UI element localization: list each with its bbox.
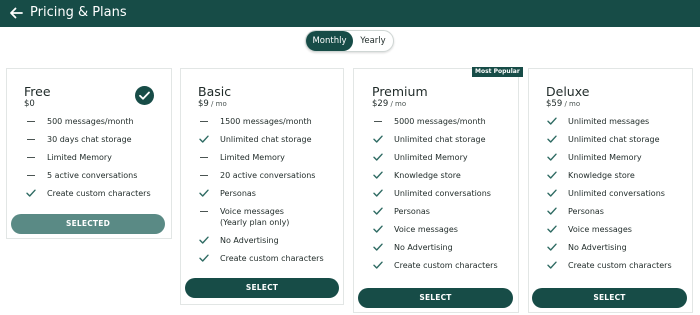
feature-item: Unlimited messages xyxy=(568,117,650,126)
toggle-monthly[interactable]: Monthly xyxy=(306,31,353,51)
toggle-yearly[interactable]: Yearly xyxy=(353,31,393,51)
dash-icon xyxy=(199,206,209,216)
feature-item: Unlimited Memory xyxy=(568,153,642,162)
feature-item: Personas xyxy=(394,207,430,216)
select-button-deluxe[interactable]: SELECT xyxy=(532,288,687,308)
select-button-premium[interactable]: SELECT xyxy=(358,288,513,308)
dash-icon xyxy=(373,116,383,126)
price-amount: $0 xyxy=(24,99,35,109)
check-icon xyxy=(199,235,209,245)
feature-item: Voice messages xyxy=(220,207,284,216)
feature-item: Unlimited conversations xyxy=(568,189,665,198)
feature-item: No Advertising xyxy=(568,243,627,252)
feature-item: 5 active conversations xyxy=(47,171,138,180)
plan-price-deluxe: $59 / mo xyxy=(546,99,580,109)
feature-item: No Advertising xyxy=(394,243,453,252)
check-icon xyxy=(199,134,209,144)
select-button-basic[interactable]: SELECT xyxy=(185,278,339,298)
feature-item: Unlimited chat storage xyxy=(568,135,660,144)
check-icon xyxy=(373,224,383,234)
dash-icon xyxy=(199,152,209,162)
plan-price-premium: $29 / mo xyxy=(372,99,406,109)
most-popular-badge: Most Popular xyxy=(472,67,523,77)
plan-name-free: Free xyxy=(24,84,51,99)
check-icon xyxy=(547,224,557,234)
price-period: / mo xyxy=(208,100,227,108)
feature-item: Limited Memory xyxy=(47,153,112,162)
dash-icon xyxy=(26,116,36,126)
feature-item: Knowledge store xyxy=(394,171,461,180)
check-icon xyxy=(199,188,209,198)
check-icon xyxy=(547,152,557,162)
feature-item: 5000 messages/month xyxy=(394,117,486,126)
check-icon xyxy=(199,253,209,263)
feature-item: Create custom characters xyxy=(394,261,498,270)
feature-item: Create custom characters xyxy=(47,189,151,198)
feature-item: No Advertising xyxy=(220,236,279,245)
plan-name-basic: Basic xyxy=(198,84,232,99)
selected-check-icon xyxy=(135,86,154,105)
feature-item: 500 messages/month xyxy=(47,117,134,126)
check-icon xyxy=(373,152,383,162)
check-icon xyxy=(547,170,557,180)
selected-button-free[interactable]: SELECTED xyxy=(11,214,165,234)
dash-icon xyxy=(26,170,36,180)
dash-icon xyxy=(26,152,36,162)
plan-price-basic: $9 / mo xyxy=(198,99,227,109)
feature-item: Create custom characters xyxy=(568,261,672,270)
dash-icon xyxy=(26,134,36,144)
plan-price-free: $0 xyxy=(24,99,35,109)
check-icon xyxy=(373,206,383,216)
page-title: Pricing & Plans xyxy=(30,5,127,20)
feature-item: Voice messages xyxy=(568,225,632,234)
check-icon xyxy=(547,116,557,126)
check-icon xyxy=(26,188,36,198)
check-icon xyxy=(547,260,557,270)
check-icon xyxy=(373,188,383,198)
check-icon xyxy=(547,134,557,144)
billing-period-toggle[interactable]: Monthly Yearly xyxy=(305,30,394,52)
feature-item: Unlimited chat storage xyxy=(394,135,486,144)
check-icon xyxy=(373,242,383,252)
feature-item: Knowledge store xyxy=(568,171,635,180)
feature-item: Unlimited chat storage xyxy=(220,135,312,144)
price-period: / mo xyxy=(388,100,407,108)
back-arrow-icon[interactable] xyxy=(6,3,26,23)
feature-item: Create custom characters xyxy=(220,254,324,263)
feature-item: (Yearly plan only) xyxy=(220,218,290,227)
check-icon xyxy=(373,170,383,180)
feature-item: Personas xyxy=(220,189,256,198)
price-amount: $59 xyxy=(546,99,563,109)
feature-item: Limited Memory xyxy=(220,153,285,162)
check-icon xyxy=(373,260,383,270)
top-app-bar: Pricing & Plans xyxy=(0,0,700,27)
check-icon xyxy=(547,242,557,252)
check-icon xyxy=(373,134,383,144)
price-amount: $9 xyxy=(198,99,209,109)
feature-item: Voice messages xyxy=(394,225,458,234)
feature-item: Personas xyxy=(568,207,604,216)
feature-item: Unlimited Memory xyxy=(394,153,468,162)
price-amount: $29 xyxy=(372,99,389,109)
plan-name-deluxe: Deluxe xyxy=(546,84,590,99)
dash-icon xyxy=(199,116,209,126)
price-period: / mo xyxy=(562,100,581,108)
feature-item: 30 days chat storage xyxy=(47,135,132,144)
feature-item: 1500 messages/month xyxy=(220,117,312,126)
dash-icon xyxy=(199,170,209,180)
check-icon xyxy=(547,188,557,198)
feature-item: Unlimited conversations xyxy=(394,189,491,198)
feature-item: 20 active conversations xyxy=(220,171,316,180)
check-icon xyxy=(547,206,557,216)
plan-name-premium: Premium xyxy=(372,84,428,99)
